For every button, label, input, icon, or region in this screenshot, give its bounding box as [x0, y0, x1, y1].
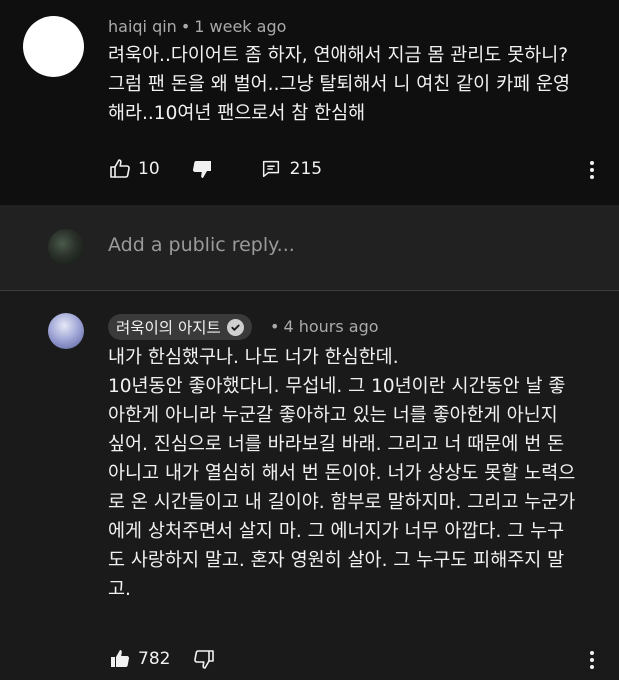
- meta-separator: •: [180, 17, 191, 36]
- thumbs-up-icon[interactable]: [108, 157, 132, 181]
- user-avatar: [48, 229, 84, 265]
- reply-meta: • 4 hours ago: [266, 317, 379, 336]
- like-count: 782: [138, 649, 171, 669]
- check-icon: [226, 318, 244, 336]
- reply-count[interactable]: 215: [290, 159, 322, 179]
- reply-actions: 782: [108, 647, 216, 671]
- comment-icon[interactable]: [260, 158, 282, 180]
- avatar[interactable]: [23, 16, 84, 77]
- reply-text: 내가 한심했구나. 나도 너가 한심한데. 10년동안 좋아했다니. 무섭네. …: [108, 347, 576, 600]
- author-badge[interactable]: 려욱이의 아지트: [108, 314, 252, 340]
- comment-meta: haiqi qin • 1 week ago: [108, 17, 286, 36]
- reply-input[interactable]: Add a public reply...: [108, 234, 295, 256]
- reply-time[interactable]: 4 hours ago: [283, 317, 378, 336]
- more-vert-icon[interactable]: [582, 648, 602, 672]
- like-count: 10: [138, 159, 160, 179]
- reply-input-area: [0, 205, 619, 290]
- comment-text: 려욱아..다이어트 좀 하자, 연애해서 지금 몸 관리도 못하니? 그럼 팬 …: [108, 45, 571, 124]
- comment-time[interactable]: 1 week ago: [194, 17, 286, 36]
- meta-separator: •: [270, 317, 280, 336]
- thumbs-down-icon[interactable]: [192, 647, 216, 671]
- thumbs-down-icon[interactable]: [190, 157, 214, 181]
- more-vert-icon[interactable]: [582, 158, 602, 182]
- creator-avatar[interactable]: [48, 313, 84, 349]
- thumbs-up-icon[interactable]: [108, 647, 132, 671]
- comment-author[interactable]: haiqi qin: [108, 17, 177, 36]
- comment-actions: 10 215: [108, 157, 322, 181]
- reply-author: 려욱이의 아지트: [116, 319, 221, 337]
